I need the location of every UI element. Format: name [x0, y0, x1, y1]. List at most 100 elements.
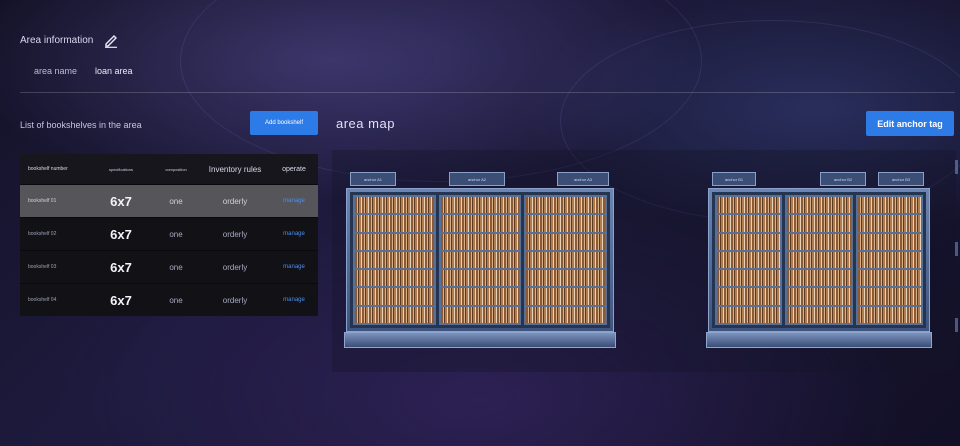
area-info-title: Area information — [20, 34, 94, 46]
book-row — [857, 288, 921, 305]
book-row — [526, 233, 606, 250]
book-row — [526, 215, 606, 232]
book-row — [440, 215, 520, 232]
bookshelf-left-shelves — [350, 192, 610, 328]
book-row — [787, 233, 851, 250]
section-divider — [20, 92, 955, 93]
book-row — [526, 251, 606, 269]
book-row — [857, 233, 921, 250]
book-row — [440, 197, 520, 214]
manage-link[interactable]: manage — [270, 198, 318, 204]
cell-spec: 6x7 — [110, 259, 132, 275]
edit-anchor-tag-button[interactable]: Edit anchor tag — [866, 111, 954, 136]
manage-link[interactable]: manage — [270, 297, 318, 303]
anchor-tag[interactable]: anchor B1 — [712, 172, 756, 186]
shelf-column — [785, 195, 853, 325]
book-row — [440, 251, 520, 269]
book-row — [526, 197, 606, 214]
cell-composition: one — [169, 196, 183, 206]
cell-composition: one — [169, 295, 183, 305]
book-row — [440, 288, 520, 305]
cell-number: bookshelf 01 — [28, 198, 57, 204]
column-header-composition: composition — [165, 166, 187, 172]
cell-composition: one — [169, 229, 183, 239]
shelf-column — [438, 195, 522, 325]
book-row — [787, 251, 851, 269]
book-row — [355, 251, 434, 269]
book-row — [717, 215, 781, 232]
anchor-tag[interactable]: anchor A1 — [350, 172, 396, 186]
area-map-title: area map — [336, 116, 395, 131]
map-scroll-edge[interactable] — [955, 318, 958, 332]
shelf-column — [715, 195, 783, 325]
cell-spec: 6x7 — [110, 292, 132, 308]
cell-rule: orderly — [222, 295, 248, 305]
anchor-tag[interactable]: anchor B2 — [820, 172, 866, 186]
book-row — [717, 197, 781, 214]
book-row — [717, 306, 781, 323]
map-scroll-edge[interactable] — [955, 242, 958, 256]
bookshelf-list-title: List of bookshelves in the area — [20, 120, 142, 130]
add-bookshelf-button[interactable]: Add bookshelf — [250, 111, 318, 135]
book-row — [355, 197, 434, 214]
manage-link[interactable]: manage — [270, 264, 318, 270]
book-row — [857, 197, 921, 214]
column-header-number: bookshelf number — [28, 166, 68, 172]
table-row[interactable]: bookshelf 01 6x7 one orderly manage — [20, 184, 318, 217]
book-row — [526, 270, 606, 287]
book-row — [787, 288, 851, 305]
book-row — [857, 306, 921, 323]
edit-pen-icon[interactable] — [103, 32, 119, 48]
table-header: bookshelf number specifications composit… — [20, 154, 318, 184]
anchor-tag[interactable]: anchor B3 — [878, 172, 924, 186]
column-header-specifications: specifications — [108, 166, 133, 172]
shelf-column — [524, 195, 608, 325]
cell-spec: 6x7 — [110, 226, 132, 242]
book-row — [717, 251, 781, 269]
cell-number: bookshelf 02 — [28, 231, 57, 237]
column-header-operate: operate — [282, 165, 306, 173]
book-row — [440, 306, 520, 323]
shelf-column — [855, 195, 923, 325]
book-row — [787, 197, 851, 214]
book-row — [355, 288, 434, 305]
bookshelf-left[interactable] — [346, 188, 614, 332]
book-row — [857, 215, 921, 232]
table-row[interactable]: bookshelf 02 6x7 one orderly manage — [20, 217, 318, 250]
anchor-tag[interactable]: anchor A2 — [449, 172, 505, 186]
bookshelf-right-shelves — [712, 192, 926, 328]
book-row — [526, 288, 606, 305]
book-row — [717, 270, 781, 287]
book-row — [440, 233, 520, 250]
column-header-inventory-rules: Inventory rules — [208, 164, 262, 174]
bookshelf-left-base — [344, 332, 616, 348]
bookshelf-table: bookshelf number specifications composit… — [20, 154, 318, 316]
area-name-row: area name loan area — [34, 66, 133, 76]
book-row — [857, 251, 921, 269]
table-row[interactable]: bookshelf 04 6x7 one orderly manage — [20, 283, 318, 316]
bookshelf-right-base — [706, 332, 932, 348]
area-name-value: loan area — [95, 66, 133, 76]
anchor-tag[interactable]: anchor A3 — [557, 172, 609, 186]
book-row — [787, 306, 851, 323]
book-row — [440, 270, 520, 287]
map-scroll-edge[interactable] — [955, 160, 958, 174]
cell-composition: one — [169, 262, 183, 272]
book-row — [857, 270, 921, 287]
shelf-column — [353, 195, 436, 325]
cell-number: bookshelf 03 — [28, 264, 57, 270]
book-row — [355, 306, 434, 323]
cell-rule: orderly — [222, 262, 248, 272]
area-name-label: area name — [34, 66, 78, 76]
cell-rule: orderly — [222, 196, 248, 206]
book-row — [355, 233, 434, 250]
cell-number: bookshelf 04 — [28, 297, 57, 303]
book-row — [787, 215, 851, 232]
book-row — [717, 288, 781, 305]
bookshelf-right[interactable] — [708, 188, 930, 332]
table-row[interactable]: bookshelf 03 6x7 one orderly manage — [20, 250, 318, 283]
manage-link[interactable]: manage — [270, 231, 318, 237]
cell-rule: orderly — [222, 229, 248, 239]
cell-spec: 6x7 — [110, 193, 132, 209]
book-row — [355, 215, 434, 232]
